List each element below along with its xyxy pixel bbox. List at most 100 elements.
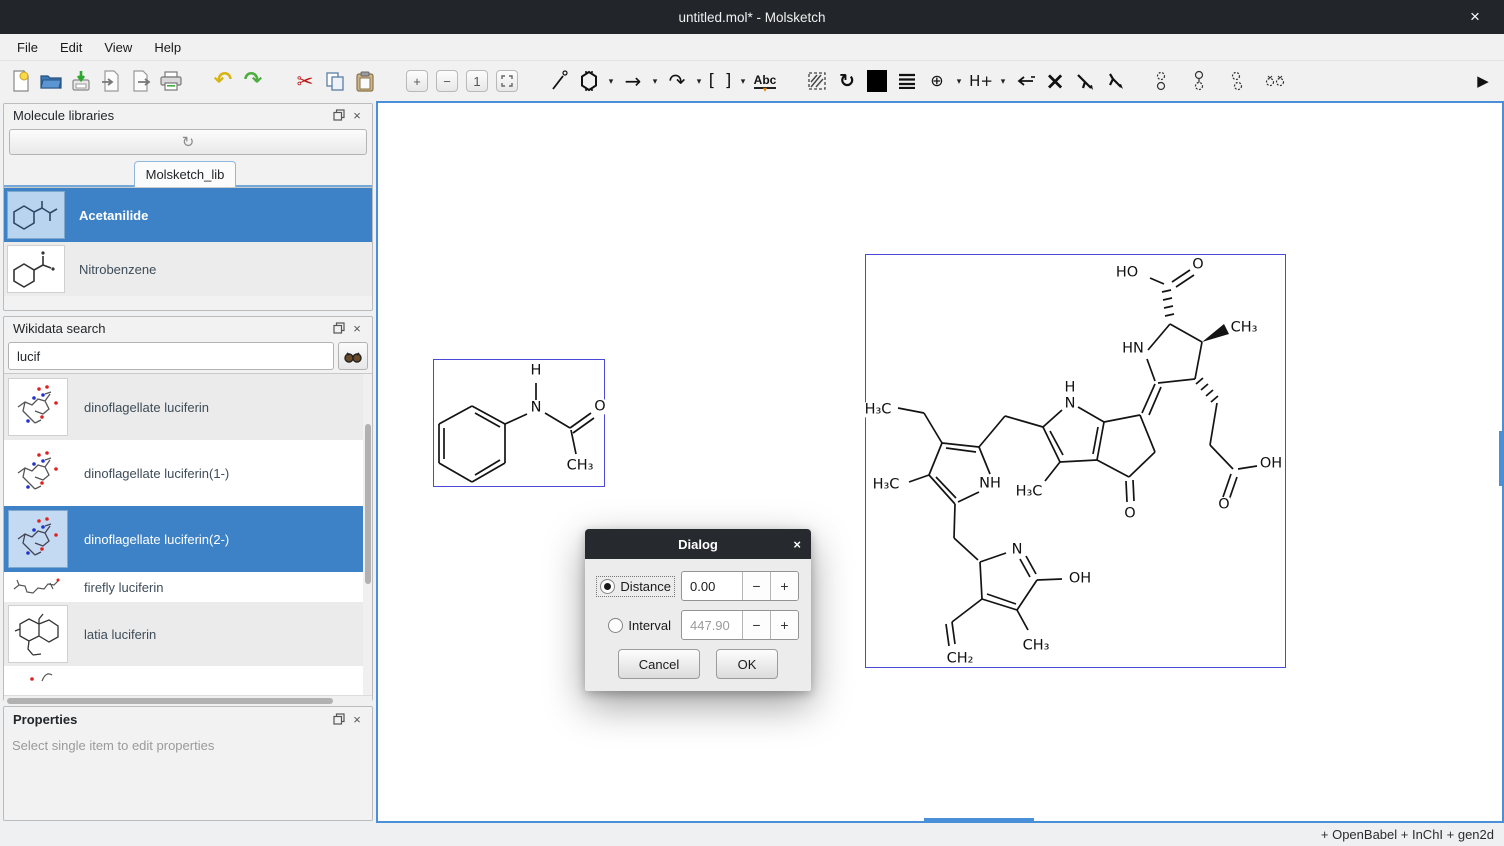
menu-help[interactable]: Help [143, 36, 192, 59]
ring-tool-dropdown[interactable]: ▾ [604, 67, 618, 95]
mechanism-arrow-button[interactable]: ↷ [662, 67, 692, 95]
canvas-hscroll-indicator[interactable] [924, 818, 1034, 821]
redo-button[interactable]: ↷ [238, 67, 268, 95]
reaction-arrow-button[interactable]: → [618, 67, 648, 95]
distance-increment-button[interactable]: + [770, 572, 798, 600]
draw-bond-button[interactable] [544, 67, 574, 95]
wikidata-search-input[interactable] [8, 342, 334, 370]
result-firefly-luciferin[interactable]: firefly luciferin [4, 572, 372, 602]
library-item-nitrobenzene[interactable]: Nitrobenzene [4, 242, 372, 296]
close-panel-icon[interactable]: × [348, 319, 366, 337]
result-label: dinoflagellate luciferin [84, 400, 209, 415]
delete-button[interactable]: × [1040, 67, 1070, 95]
zoom-out-button[interactable]: − [432, 67, 462, 95]
hydrogen-dropdown[interactable]: ▾ [996, 67, 1010, 95]
atom-label: N [530, 400, 543, 415]
library-item-acetanilide[interactable]: Acetanilide [4, 188, 372, 242]
copy-button[interactable] [320, 67, 350, 95]
result-latia-luciferin[interactable]: latia luciferin [4, 602, 372, 666]
atom-label: O [1191, 257, 1204, 272]
zoom-in-button[interactable]: + [402, 67, 432, 95]
result-dinoflagellate-luciferin-1[interactable]: dinoflagellate luciferin(1-) [4, 440, 372, 506]
dialog-close-button[interactable]: × [793, 537, 801, 552]
interval-radio[interactable] [608, 618, 623, 633]
tab-molsketch-lib[interactable]: Molsketch_lib [134, 161, 236, 187]
window-close-button[interactable]: × [1460, 0, 1490, 34]
import-button[interactable] [96, 67, 126, 95]
properties-panel: Properties × Select single item to edit … [3, 706, 373, 821]
distance-spinbox[interactable]: 0.00 − + [681, 571, 799, 601]
reaction-arrow-icon: → [625, 71, 642, 91]
menu-view[interactable]: View [93, 36, 143, 59]
molecule-luciferin[interactable]: HOOCH₃HNHNH₃CH₃CNHH₃COOHONOHCH₃CH₂ [865, 254, 1286, 668]
wikidata-horizontal-scrollbar[interactable] [4, 695, 372, 704]
paste-button[interactable] [350, 67, 380, 95]
dialog-titlebar[interactable]: Dialog × [585, 529, 811, 559]
window-titlebar[interactable]: untitled.mol* - Molsketch × [0, 0, 1504, 34]
menu-file[interactable]: File [6, 36, 49, 59]
undo-button[interactable]: ↶ [208, 67, 238, 95]
delete-icon: × [1045, 69, 1065, 93]
charge-dropdown[interactable]: ▾ [952, 67, 966, 95]
distance-radio-option[interactable]: Distance [597, 577, 674, 596]
result-dinoflagellate-luciferin[interactable]: dinoflagellate luciferin [4, 374, 372, 440]
atom-tool-2-button[interactable] [1184, 67, 1214, 95]
menu-edit[interactable]: Edit [49, 36, 93, 59]
text-tool-button[interactable]: Abc ▾ [750, 67, 780, 95]
atom-tool-4-button[interactable] [1260, 67, 1290, 95]
interval-radio-label: Interval [628, 618, 671, 633]
open-file-button[interactable] [36, 67, 66, 95]
interval-radio-option[interactable]: Interval [597, 616, 674, 635]
atom-tool-3-button[interactable] [1222, 67, 1252, 95]
cut-button[interactable]: ✂ [290, 67, 320, 95]
print-button[interactable] [156, 67, 186, 95]
flip-bond-left-button[interactable] [1070, 67, 1100, 95]
canvas-vscroll-indicator[interactable] [1499, 431, 1502, 486]
zoom-fit-icon [496, 70, 518, 92]
wikidata-vertical-scrollbar[interactable] [363, 374, 372, 695]
line-width-button[interactable] [892, 67, 922, 95]
text-tool-dropdown[interactable]: ▾ [763, 85, 767, 94]
result-dinoflagellate-luciferin-2[interactable]: dinoflagellate luciferin(2-) [4, 506, 372, 572]
toolbar-expand-icon: ▶ [1477, 74, 1489, 89]
zoom-fit-button[interactable] [492, 67, 522, 95]
rotate-button[interactable]: ↻ [832, 67, 862, 95]
color-button[interactable] [862, 67, 892, 95]
interval-spinbox[interactable]: 447.90 − + [681, 610, 799, 640]
brackets-dropdown[interactable]: ▾ [736, 67, 750, 95]
drawing-canvas[interactable]: HNOCH₃ [376, 101, 1504, 823]
zoom-original-button[interactable]: 1 [462, 67, 492, 95]
distance-radio[interactable] [600, 579, 615, 594]
wikidata-search-button[interactable] [338, 342, 368, 370]
hydrogen-icon: H+ [969, 74, 993, 89]
toolbar-expand-button[interactable]: ▶ [1468, 67, 1498, 95]
save-button[interactable] [66, 67, 96, 95]
close-panel-icon[interactable]: × [348, 106, 366, 124]
flip-bond-right-button[interactable] [1100, 67, 1130, 95]
ok-button[interactable]: OK [716, 649, 778, 679]
refresh-libraries-button[interactable]: ↻ [9, 129, 367, 155]
export-button[interactable] [126, 67, 156, 95]
float-panel-icon[interactable] [330, 710, 348, 728]
implicit-hydrogen-button[interactable] [1010, 67, 1040, 95]
result-partial-row[interactable] [4, 666, 372, 686]
brackets-tool-button[interactable]: [ ] [706, 67, 736, 95]
reaction-arrow-dropdown[interactable]: ▾ [648, 67, 662, 95]
cancel-button[interactable]: Cancel [618, 649, 700, 679]
interval-decrement-button[interactable]: − [742, 611, 770, 639]
float-panel-icon[interactable] [330, 106, 348, 124]
distance-value[interactable]: 0.00 [682, 572, 742, 600]
mechanism-arrow-dropdown[interactable]: ▾ [692, 67, 706, 95]
ring-tool-button[interactable] [574, 67, 604, 95]
charge-button[interactable]: ⊕ [922, 67, 952, 95]
atom-tool-1-button[interactable] [1146, 67, 1176, 95]
atom-label: NH [978, 476, 1002, 491]
new-document-button[interactable] [6, 67, 36, 95]
hydrogen-button[interactable]: H+ [966, 67, 996, 95]
molecule-acetanilide[interactable]: HNOCH₃ [433, 359, 605, 487]
lasso-select-button[interactable] [802, 67, 832, 95]
float-panel-icon[interactable] [330, 319, 348, 337]
interval-increment-button[interactable]: + [770, 611, 798, 639]
close-panel-icon[interactable]: × [348, 710, 366, 728]
distance-decrement-button[interactable]: − [742, 572, 770, 600]
